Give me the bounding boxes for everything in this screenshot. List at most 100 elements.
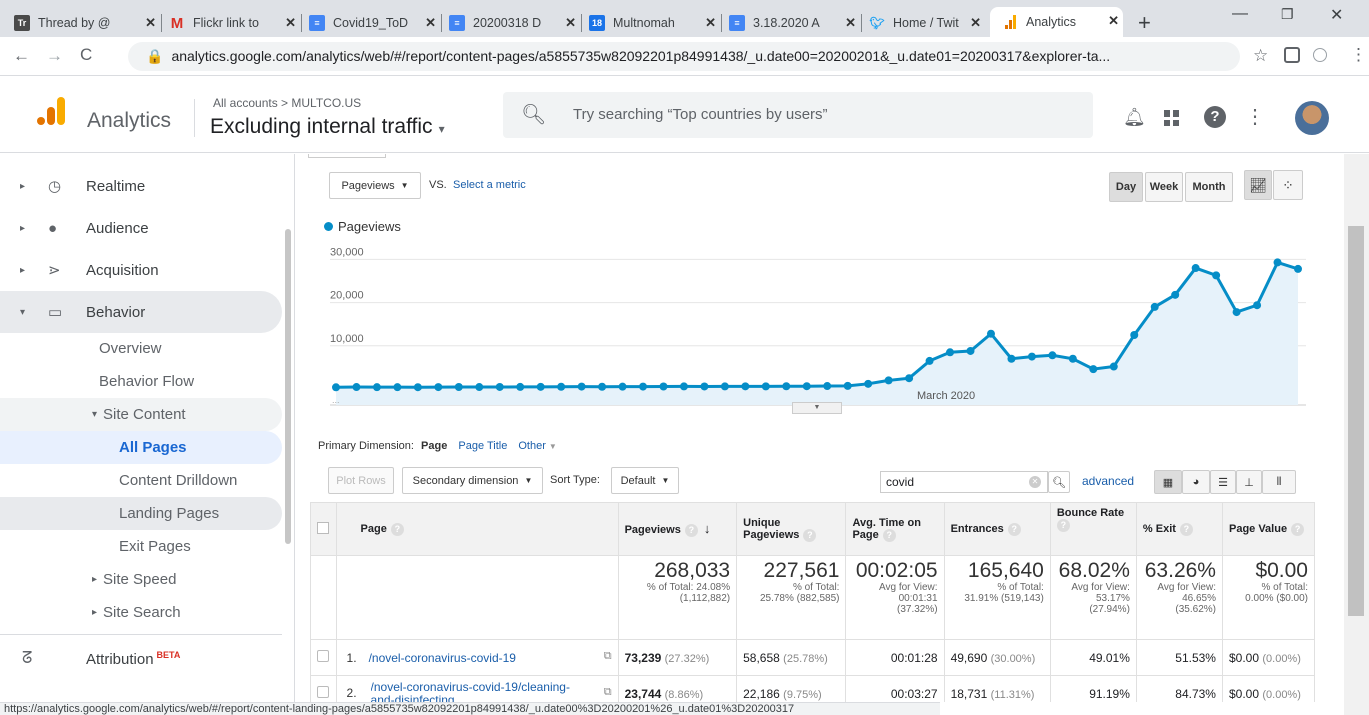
motion-chart-toggle[interactable]: ⁘ <box>1273 170 1303 200</box>
more-options-icon[interactable]: ⋮ <box>1245 104 1265 129</box>
nav-all-pages[interactable]: All Pages <box>0 431 282 464</box>
open-link-icon[interactable]: ⧉ <box>604 686 612 699</box>
comparison-view-button[interactable]: ⊥ <box>1236 470 1262 494</box>
period-day-button[interactable]: Day <box>1109 172 1143 202</box>
star-icon[interactable]: ☆ <box>1253 46 1268 66</box>
close-tab-icon[interactable]: ✕ <box>970 15 981 31</box>
metric-selector[interactable]: Pageviews ▼ <box>329 172 421 199</box>
extension-icon[interactable] <box>1313 48 1327 62</box>
dimension-other[interactable]: Other <box>518 440 546 452</box>
help-icon[interactable]: ? <box>1056 519 1070 532</box>
performance-view-button[interactable]: ☰ <box>1210 470 1236 494</box>
select-metric-link[interactable]: Select a metric <box>453 179 526 191</box>
nav-behavior[interactable]: ▾ ▭ Behavior <box>0 291 282 333</box>
user-avatar[interactable] <box>1295 101 1329 135</box>
pie-view-button[interactable]: ◕ <box>1182 470 1210 494</box>
period-month-button[interactable]: Month <box>1185 172 1233 202</box>
col-avg-time-header[interactable]: Avg. Time on Page? <box>845 502 945 556</box>
help-icon[interactable]: ? <box>1291 522 1305 536</box>
browser-tab[interactable]: 🐦︎ Home / Twit ✕ <box>865 9 985 37</box>
filter-search-button[interactable]: 🔍︎ <box>1048 471 1070 493</box>
scroll-thumb[interactable] <box>1348 226 1364 616</box>
nav-landing-pages[interactable]: Landing Pages <box>0 497 282 530</box>
advanced-filter-link[interactable]: advanced <box>1082 474 1134 488</box>
select-all-checkbox[interactable] <box>317 521 330 534</box>
open-link-icon[interactable]: ⧉ <box>604 650 612 663</box>
clear-filter-icon[interactable]: ✕ <box>1029 476 1041 488</box>
table-filter-input[interactable]: covid ✕ <box>880 471 1048 493</box>
nav-attribution[interactable]: ᘔ Attribution BETA <box>0 638 282 680</box>
browser-tab[interactable]: Tr Thread by @ ✕ <box>10 9 160 37</box>
browser-tab[interactable]: Analytics ✕ <box>990 7 1123 37</box>
close-tab-icon[interactable]: ✕ <box>425 15 436 31</box>
close-tab-icon[interactable]: ✕ <box>845 15 856 31</box>
restore-button[interactable]: ❐ <box>1281 6 1294 23</box>
browser-tab[interactable]: ≡ 20200318 D ✕ <box>445 9 580 37</box>
close-tab-icon[interactable]: ✕ <box>705 15 716 31</box>
help-icon[interactable]: ? <box>1007 522 1021 536</box>
close-tab-icon[interactable]: ✕ <box>285 15 296 31</box>
analytics-logo-icon[interactable] <box>37 97 65 127</box>
account-breadcrumb[interactable]: All accounts > MULTCO.US <box>213 96 361 110</box>
nav-site-search[interactable]: ▸ Site Search <box>0 596 282 629</box>
close-tab-icon[interactable]: ✕ <box>565 15 576 31</box>
row-checkbox[interactable] <box>317 686 330 698</box>
browser-tab[interactable]: ≡ Covid19_ToD ✕ <box>305 9 440 37</box>
page-link[interactable]: /novel-coronavirus-covid-19 <box>369 651 516 665</box>
nav-overview[interactable]: Overview <box>0 332 282 365</box>
help-icon[interactable]: ? <box>803 528 817 542</box>
table-row[interactable]: 2. /novel-coronavirus-covid-19/cleaning-a… <box>310 675 1316 703</box>
reload-icon[interactable]: C <box>80 45 92 65</box>
app-name[interactable]: Analytics <box>87 109 171 133</box>
nav-site-speed[interactable]: ▸ Site Speed <box>0 563 282 596</box>
nav-acquisition[interactable]: ▸ ⋗ Acquisition <box>0 249 282 291</box>
global-search-box[interactable]: 🔍︎ Try searching “Top countries by users… <box>503 92 1093 138</box>
row-checkbox[interactable] <box>317 650 330 662</box>
new-tab-button[interactable]: + <box>1138 10 1151 36</box>
period-week-button[interactable]: Week <box>1145 172 1183 202</box>
page-link[interactable]: /novel-coronavirus-covid-19/cleaning-and… <box>371 681 591 703</box>
col-exit-header[interactable]: % Exit? <box>1135 502 1223 556</box>
browser-tab[interactable]: M Flickr link to ✕ <box>165 9 300 37</box>
apps-grid-icon[interactable] <box>1164 110 1180 126</box>
back-icon[interactable]: ← <box>13 46 30 66</box>
pocket-icon[interactable] <box>1284 47 1300 63</box>
help-icon[interactable]: ? <box>1179 522 1193 536</box>
help-icon[interactable]: ? <box>882 528 896 542</box>
forward-icon[interactable]: → <box>46 46 63 66</box>
plot-rows-button[interactable]: Plot Rows <box>328 467 394 494</box>
col-unique-pageviews-header[interactable]: Unique Pageviews? <box>736 502 847 556</box>
pivot-view-button[interactable]: ⦀ <box>1262 470 1296 494</box>
page-scrollbar[interactable] <box>1344 154 1369 715</box>
nav-site-content[interactable]: ▾ Site Content <box>0 398 282 431</box>
table-row[interactable]: 1. /novel-coronavirus-covid-19 ⧉ 73,239 (2… <box>310 639 1316 676</box>
chrome-menu-icon[interactable]: ⋮ <box>1350 45 1367 65</box>
close-tab-icon[interactable]: ✕ <box>145 15 156 31</box>
col-pageviews-header[interactable]: Pageviews? ↓ <box>617 502 738 556</box>
nav-content-drilldown[interactable]: Content Drilldown <box>0 464 282 497</box>
url-field[interactable]: 🔒 analytics.google.com/analytics/web/#/re… <box>128 42 1240 71</box>
nav-realtime[interactable]: ▸ ◷ Realtime <box>0 165 282 207</box>
browser-tab[interactable]: 18 Multnomah ✕ <box>585 9 720 37</box>
help-icon[interactable]: ? <box>1204 106 1226 128</box>
table-view-button[interactable]: ▦ <box>1154 470 1182 494</box>
sort-type-dropdown[interactable]: Default ▼ <box>611 467 679 494</box>
chart-collapse-handle[interactable]: ▼ <box>792 402 842 414</box>
browser-tab[interactable]: ≡ 3.18.2020 A ✕ <box>725 9 860 37</box>
sidebar-scrollbar[interactable] <box>285 229 291 544</box>
notifications-icon[interactable]: 🔔︎ <box>1123 107 1146 128</box>
dimension-page-title[interactable]: Page Title <box>458 440 507 452</box>
help-icon[interactable]: ? <box>390 522 404 536</box>
help-icon[interactable]: ? <box>684 524 698 537</box>
col-bounce-rate-header[interactable]: Bounce Rate? <box>1049 502 1137 556</box>
nav-exit-pages[interactable]: Exit Pages <box>0 530 282 563</box>
view-selector[interactable]: Excluding internal traffic ▾ <box>210 115 445 139</box>
nav-audience[interactable]: ▸ ● Audience <box>0 207 282 249</box>
dimension-page[interactable]: Page <box>421 440 447 452</box>
col-page-header[interactable]: Page? <box>335 502 619 556</box>
secondary-dimension-dropdown[interactable]: Secondary dimension ▼ <box>402 467 543 494</box>
close-tab-icon[interactable]: ✕ <box>1108 13 1119 29</box>
col-page-value-header[interactable]: Page Value? <box>1221 502 1316 556</box>
close-window-button[interactable]: ✕ <box>1330 5 1343 25</box>
nav-behavior-flow[interactable]: Behavior Flow <box>0 365 282 398</box>
